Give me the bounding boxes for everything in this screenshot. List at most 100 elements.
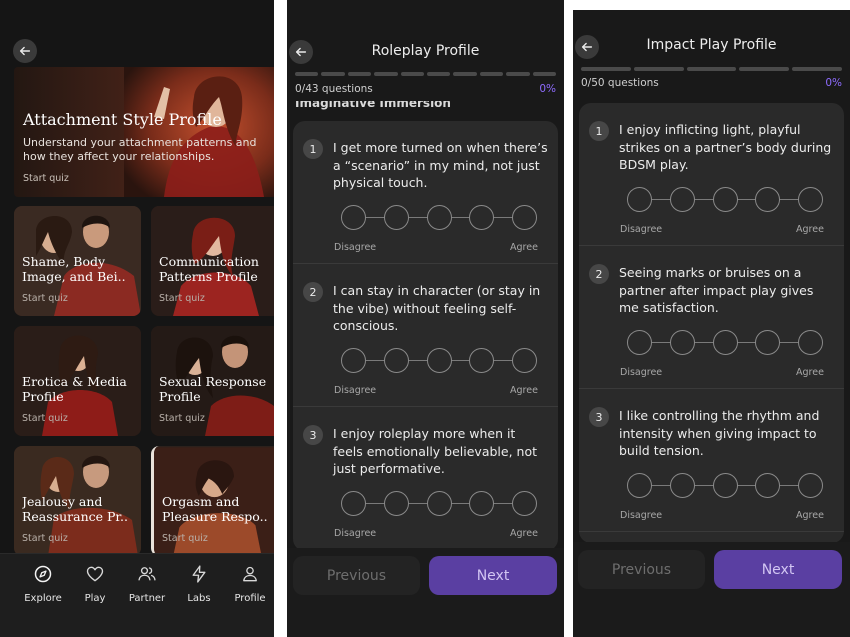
likert-option[interactable] xyxy=(670,187,695,212)
likert-option[interactable] xyxy=(512,348,537,373)
scale-label-disagree: Disagree xyxy=(334,385,377,396)
likert-option[interactable] xyxy=(341,205,366,230)
likert-option[interactable] xyxy=(427,205,452,230)
attachment-style-hero-card[interactable]: Attachment Style Profile Understand your… xyxy=(14,67,274,197)
question-number: 3 xyxy=(303,425,323,445)
previous-button[interactable]: Previous xyxy=(578,550,705,589)
likert-option[interactable] xyxy=(469,205,494,230)
progress-bar xyxy=(581,67,842,71)
question-text: I get more turned on when there’s a “sce… xyxy=(333,140,548,190)
arrow-left-icon xyxy=(19,46,31,56)
question-count: 0/43 questions xyxy=(295,83,373,95)
hero-start-quiz[interactable]: Start quiz xyxy=(23,173,69,184)
scale-label-agree: Agree xyxy=(510,528,538,539)
roleplay-quiz-screen: Roleplay Profile 0/43 questions 0% Imagi… xyxy=(287,0,564,637)
scale-label-disagree: Disagree xyxy=(620,224,663,235)
likert-option[interactable] xyxy=(627,187,652,212)
likert-option[interactable] xyxy=(713,187,738,212)
next-button[interactable]: Next xyxy=(714,550,842,589)
likert-option[interactable] xyxy=(798,473,823,498)
tab-labs[interactable]: Labs xyxy=(172,564,226,604)
user-icon xyxy=(243,566,257,582)
question-count: 0/50 questions xyxy=(581,77,659,89)
tab-label: Profile xyxy=(234,593,266,604)
likert-option[interactable] xyxy=(512,205,537,230)
previous-button[interactable]: Previous xyxy=(293,556,420,595)
card-start-quiz[interactable]: Start quiz xyxy=(22,533,68,544)
likert-option[interactable] xyxy=(798,187,823,212)
tab-label: Explore xyxy=(24,593,62,604)
card-start-quiz[interactable]: Start quiz xyxy=(22,293,68,304)
likert-option[interactable] xyxy=(670,330,695,355)
likert-option[interactable] xyxy=(713,330,738,355)
heart-icon xyxy=(86,566,104,582)
likert-scale xyxy=(627,473,823,499)
card-start-quiz[interactable]: Start quiz xyxy=(159,293,205,304)
likert-option[interactable] xyxy=(798,330,823,355)
question-text: I enjoy roleplay more when it feels emot… xyxy=(333,426,538,476)
card-title: Communication Patterns Profile xyxy=(159,254,259,284)
question-text: Seeing marks or bruises on a partner aft… xyxy=(619,265,814,315)
tab-explore[interactable]: Explore xyxy=(16,564,70,604)
likert-scale xyxy=(627,187,823,213)
scale-label-agree: Agree xyxy=(510,385,538,396)
explore-screen: Attachment Style Profile Understand your… xyxy=(0,0,274,637)
question-text: I like controlling the rhythm and intens… xyxy=(619,408,820,458)
back-button[interactable] xyxy=(13,39,37,63)
likert-option[interactable] xyxy=(469,348,494,373)
likert-option[interactable] xyxy=(384,205,409,230)
hero-title: Attachment Style Profile xyxy=(23,110,222,129)
likert-option[interactable] xyxy=(627,330,652,355)
likert-option[interactable] xyxy=(512,491,537,516)
likert-scale xyxy=(627,330,823,356)
tab-partner[interactable]: Partner xyxy=(120,564,174,604)
progress-percent: 0% xyxy=(539,83,556,95)
bottom-tab-bar: Explore Play Partner Labs Profile xyxy=(0,553,274,637)
likert-option[interactable] xyxy=(469,491,494,516)
likert-option[interactable] xyxy=(341,491,366,516)
likert-option[interactable] xyxy=(670,473,695,498)
quiz-card[interactable]: Orgasm and Pleasure Respo.. Start quiz xyxy=(151,446,274,556)
question-number: 2 xyxy=(303,282,323,302)
card-start-quiz[interactable]: Start quiz xyxy=(159,413,205,424)
hero-description: Understand your attachment patterns and … xyxy=(23,136,257,163)
scale-label-disagree: Disagree xyxy=(334,242,377,253)
likert-option[interactable] xyxy=(341,348,366,373)
tab-profile[interactable]: Profile xyxy=(223,564,274,604)
quiz-card[interactable]: Sexual Response Profile Start quiz xyxy=(151,326,274,436)
card-title: Shame, Body Image, and Bei.. xyxy=(22,254,126,284)
question-text: I can stay in character (or stay in the … xyxy=(333,283,541,333)
question-number: 2 xyxy=(589,264,609,284)
question-number: 3 xyxy=(589,407,609,427)
likert-option[interactable] xyxy=(755,330,780,355)
quiz-card[interactable]: Communication Patterns Profile Start qui… xyxy=(151,206,274,316)
quiz-card[interactable]: Jealousy and Reassurance Pr.. Start quiz xyxy=(14,446,141,556)
likert-option[interactable] xyxy=(384,348,409,373)
likert-option[interactable] xyxy=(427,348,452,373)
next-button[interactable]: Next xyxy=(429,556,557,595)
tab-label: Play xyxy=(84,593,106,604)
question-list: 1 I enjoy inflicting light, playful stri… xyxy=(579,103,844,543)
card-start-quiz[interactable]: Start quiz xyxy=(22,413,68,424)
likert-option[interactable] xyxy=(713,473,738,498)
quiz-card[interactable]: Erotica & Media Profile Start quiz xyxy=(14,326,141,436)
compass-icon xyxy=(34,565,52,583)
card-title: Sexual Response Profile xyxy=(159,374,267,404)
question-item: 1 I get more turned on when there’s a “s… xyxy=(293,121,558,264)
tab-label: Partner xyxy=(128,593,166,604)
likert-option[interactable] xyxy=(627,473,652,498)
scale-label-agree: Agree xyxy=(510,242,538,253)
card-title: Erotica & Media Profile xyxy=(22,374,127,404)
likert-option[interactable] xyxy=(755,187,780,212)
quiz-card[interactable]: Shame, Body Image, and Bei.. Start quiz xyxy=(14,206,141,316)
hero-illustration xyxy=(124,67,274,197)
tab-play[interactable]: Play xyxy=(68,564,122,604)
page-title: Impact Play Profile xyxy=(646,37,777,53)
likert-option[interactable] xyxy=(755,473,780,498)
scale-label-agree: Agree xyxy=(796,367,824,378)
scale-label-disagree: Disagree xyxy=(620,510,663,521)
card-start-quiz[interactable]: Start quiz xyxy=(162,533,208,544)
likert-option[interactable] xyxy=(427,491,452,516)
scale-label-disagree: Disagree xyxy=(334,528,377,539)
likert-option[interactable] xyxy=(384,491,409,516)
